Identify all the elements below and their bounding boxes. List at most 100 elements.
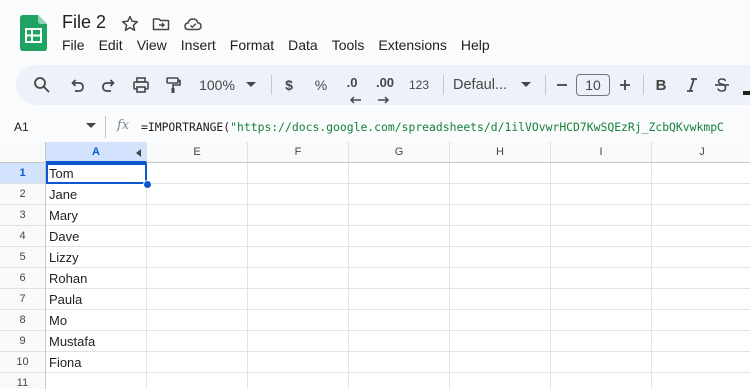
grid-cell[interactable] xyxy=(248,310,349,331)
grid-cell[interactable] xyxy=(551,268,652,289)
grid-cell[interactable] xyxy=(147,373,248,389)
grid-cell[interactable] xyxy=(349,184,450,205)
currency-format-button[interactable]: $ xyxy=(279,65,299,105)
grid-cell[interactable] xyxy=(652,310,750,331)
cell-a[interactable]: Mo xyxy=(46,310,147,331)
menu-format[interactable]: Format xyxy=(230,37,274,57)
row-header[interactable]: 2 xyxy=(0,184,46,205)
formula-input[interactable]: =IMPORTRANGE("https://docs.google.com/sp… xyxy=(141,120,724,134)
menu-view[interactable]: View xyxy=(137,37,167,57)
cell-a[interactable] xyxy=(46,373,147,389)
column-header-g[interactable]: G xyxy=(349,142,450,163)
grid-cell[interactable] xyxy=(349,310,450,331)
menu-data[interactable]: Data xyxy=(288,37,318,57)
undo-icon[interactable] xyxy=(65,65,89,105)
grid-cell[interactable] xyxy=(147,289,248,310)
grid-cell[interactable] xyxy=(147,352,248,373)
grid-cell[interactable] xyxy=(652,226,750,247)
grid-cell[interactable] xyxy=(450,289,551,310)
cell-a[interactable]: Mary xyxy=(46,205,147,226)
grid-cell[interactable] xyxy=(551,352,652,373)
column-header-h[interactable]: H xyxy=(450,142,551,163)
grid-cell[interactable] xyxy=(147,184,248,205)
grid-cell[interactable] xyxy=(551,289,652,310)
grid-cell[interactable] xyxy=(652,352,750,373)
menu-help[interactable]: Help xyxy=(461,37,490,57)
bold-button[interactable]: B xyxy=(652,65,670,105)
grid-cell[interactable] xyxy=(551,163,652,184)
cell-a[interactable]: Jane xyxy=(46,184,147,205)
grid-cell[interactable] xyxy=(450,331,551,352)
increase-font-size-icon[interactable] xyxy=(617,65,633,105)
hidden-columns-left-arrow-icon[interactable] xyxy=(136,149,142,157)
italic-icon[interactable] xyxy=(683,65,701,105)
grid-cell[interactable] xyxy=(248,226,349,247)
grid-cell[interactable] xyxy=(349,205,450,226)
row-header[interactable]: 10 xyxy=(0,352,46,373)
grid-cell[interactable] xyxy=(248,184,349,205)
grid-cell[interactable] xyxy=(450,205,551,226)
row-header[interactable]: 7 xyxy=(0,289,46,310)
move-to-folder-icon[interactable] xyxy=(151,14,171,34)
column-header-a[interactable]: A xyxy=(46,142,147,163)
grid-cell[interactable] xyxy=(450,247,551,268)
grid-cell[interactable] xyxy=(349,289,450,310)
grid-cell[interactable] xyxy=(450,163,551,184)
row-header[interactable]: 6 xyxy=(0,268,46,289)
decrease-font-size-icon[interactable] xyxy=(554,65,570,105)
grid-cell[interactable] xyxy=(248,268,349,289)
cloud-saved-icon[interactable] xyxy=(183,14,203,34)
strikethrough-icon[interactable] xyxy=(713,65,731,105)
grid-cell[interactable] xyxy=(551,247,652,268)
grid-cell[interactable] xyxy=(450,226,551,247)
row-header[interactable]: 4 xyxy=(0,226,46,247)
font-size-input[interactable]: 10 xyxy=(576,74,610,96)
redo-icon[interactable] xyxy=(97,65,121,105)
row-header[interactable]: 3 xyxy=(0,205,46,226)
grid-cell[interactable] xyxy=(652,247,750,268)
font-dropdown-icon[interactable] xyxy=(519,65,533,105)
row-header[interactable]: 1 xyxy=(0,163,46,184)
row-header[interactable]: 9 xyxy=(0,331,46,352)
grid-cell[interactable] xyxy=(248,205,349,226)
grid-cell[interactable] xyxy=(652,373,750,389)
grid-cell[interactable] xyxy=(248,352,349,373)
menu-insert[interactable]: Insert xyxy=(181,37,216,57)
print-icon[interactable] xyxy=(129,65,153,105)
more-formats-button[interactable]: 123 xyxy=(406,65,432,105)
grid-cell[interactable] xyxy=(551,184,652,205)
grid-cell[interactable] xyxy=(349,352,450,373)
row-header[interactable]: 8 xyxy=(0,310,46,331)
name-box[interactable]: A1 xyxy=(14,120,29,134)
zoom-select[interactable]: 100% xyxy=(196,65,238,105)
sheets-logo-icon[interactable] xyxy=(20,15,47,51)
grid-cell[interactable] xyxy=(450,184,551,205)
grid-cell[interactable] xyxy=(551,373,652,389)
grid-cell[interactable] xyxy=(450,352,551,373)
column-header-f[interactable]: F xyxy=(248,142,349,163)
grid-cell[interactable] xyxy=(652,184,750,205)
grid-cell[interactable] xyxy=(652,163,750,184)
grid-cell[interactable] xyxy=(248,289,349,310)
menu-tools[interactable]: Tools xyxy=(332,37,365,57)
grid-cell[interactable] xyxy=(652,205,750,226)
column-header-j[interactable]: J xyxy=(652,142,750,163)
grid-cell[interactable] xyxy=(248,163,349,184)
grid-cell[interactable] xyxy=(349,268,450,289)
column-header-i[interactable]: I xyxy=(551,142,652,163)
grid-cell[interactable] xyxy=(450,268,551,289)
grid-cell[interactable] xyxy=(248,247,349,268)
zoom-dropdown-icon[interactable] xyxy=(244,65,258,105)
column-header-e[interactable]: E xyxy=(147,142,248,163)
select-all-corner[interactable] xyxy=(0,142,46,163)
grid-cell[interactable] xyxy=(551,226,652,247)
file-title[interactable]: File 2 xyxy=(62,12,106,33)
grid-cell[interactable] xyxy=(349,226,450,247)
grid-cell[interactable] xyxy=(450,310,551,331)
row-header[interactable]: 11 xyxy=(0,373,46,389)
menu-file[interactable]: File xyxy=(62,37,85,57)
grid-cell[interactable] xyxy=(147,205,248,226)
text-color-icon[interactable] xyxy=(743,91,750,95)
cell-a[interactable]: Fiona xyxy=(46,352,147,373)
grid-cell[interactable] xyxy=(652,331,750,352)
